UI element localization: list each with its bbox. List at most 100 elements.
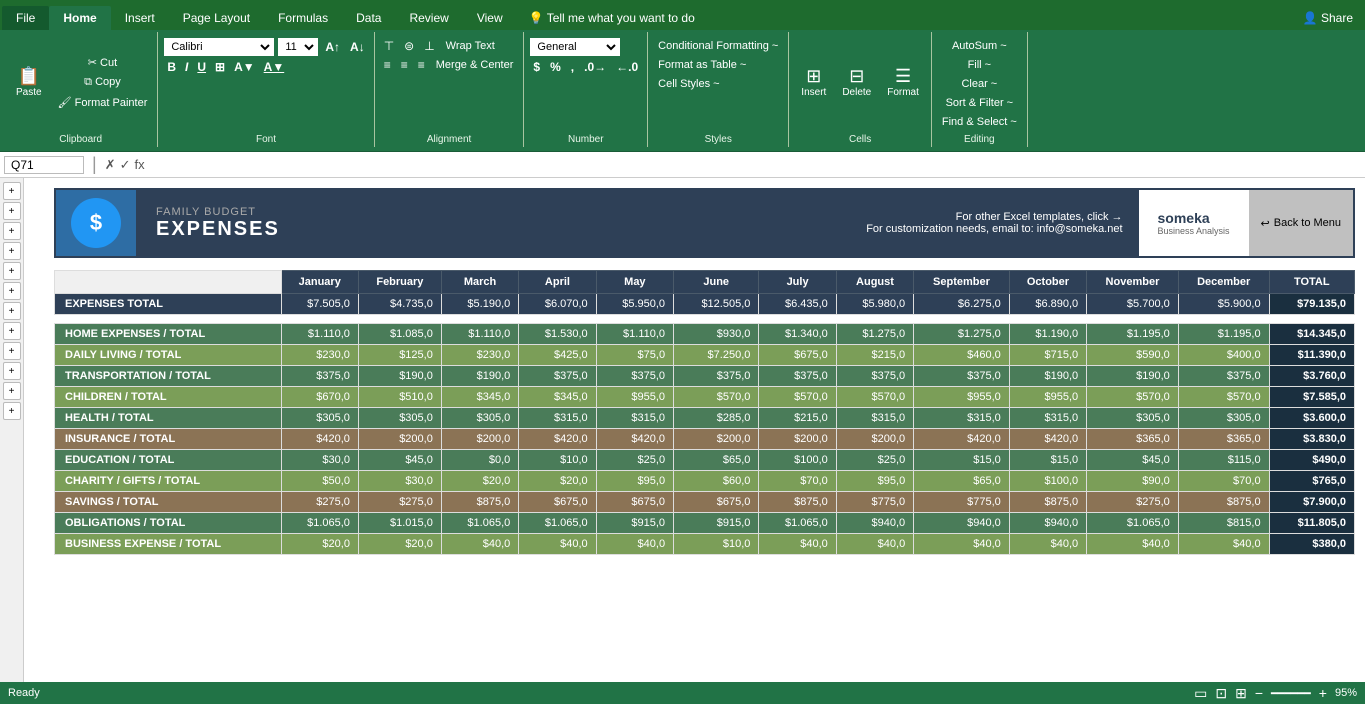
- align-center-button[interactable]: ≡: [398, 57, 411, 73]
- row-value[interactable]: $45,0: [1087, 450, 1179, 471]
- spreadsheet-area[interactable]: $ FAMILY BUDGET EXPENSES For other Excel…: [24, 178, 1365, 682]
- row-value[interactable]: $1.065,0: [519, 513, 596, 534]
- row-value[interactable]: $570,0: [836, 387, 913, 408]
- format-button[interactable]: ☰ Format: [881, 63, 925, 102]
- row-value[interactable]: $775,0: [836, 492, 913, 513]
- page-break-icon[interactable]: ⊞: [1235, 685, 1247, 702]
- zoom-in-icon[interactable]: +: [1319, 685, 1327, 701]
- tab-data[interactable]: Data: [342, 6, 395, 30]
- row-value[interactable]: $215,0: [836, 345, 913, 366]
- row-value[interactable]: $460,0: [914, 345, 1010, 366]
- row-ctrl-add-5[interactable]: +: [3, 262, 21, 280]
- page-layout-icon[interactable]: ⊡: [1215, 685, 1227, 702]
- tab-home[interactable]: Home: [49, 6, 110, 30]
- row-value[interactable]: $70,0: [759, 471, 836, 492]
- row-value[interactable]: $65,0: [674, 450, 759, 471]
- row-value[interactable]: $570,0: [759, 387, 836, 408]
- wrap-text-button[interactable]: Wrap Text: [442, 38, 499, 54]
- row-value[interactable]: $7.250,0: [674, 345, 759, 366]
- copy-button[interactable]: ⧉ Copy: [54, 74, 152, 91]
- clear-button[interactable]: Clear ~: [938, 76, 1021, 92]
- row-value[interactable]: $940,0: [914, 513, 1010, 534]
- row-value[interactable]: $200,0: [674, 429, 759, 450]
- row-value[interactable]: $20,0: [358, 534, 441, 555]
- tell-me-input[interactable]: 💡 Tell me what you want to do: [517, 6, 707, 30]
- comma-button[interactable]: ,: [568, 59, 577, 75]
- row-value[interactable]: $375,0: [836, 366, 913, 387]
- row-ctrl-add-11[interactable]: +: [3, 382, 21, 400]
- dec-decrease-button[interactable]: ←.0: [613, 59, 641, 75]
- row-value[interactable]: $305,0: [1178, 408, 1269, 429]
- row-value[interactable]: $200,0: [836, 429, 913, 450]
- tab-formulas[interactable]: Formulas: [264, 6, 342, 30]
- row-value[interactable]: $1.530,0: [519, 324, 596, 345]
- find-select-button[interactable]: Find & Select ~: [938, 114, 1021, 130]
- zoom-slider[interactable]: ━━━━━━: [1271, 687, 1311, 700]
- tab-file[interactable]: File: [2, 6, 49, 30]
- row-value[interactable]: $79.135,0: [1269, 294, 1354, 315]
- row-value[interactable]: $200,0: [759, 429, 836, 450]
- row-value[interactable]: $1.110,0: [281, 324, 358, 345]
- row-value[interactable]: $375,0: [281, 366, 358, 387]
- row-value[interactable]: $40,0: [914, 534, 1010, 555]
- font-color-button[interactable]: A▼: [261, 59, 288, 75]
- row-value[interactable]: $315,0: [914, 408, 1010, 429]
- fill-button[interactable]: Fill ~: [938, 57, 1021, 73]
- normal-view-icon[interactable]: ▭: [1194, 685, 1207, 702]
- percent-button[interactable]: %: [547, 59, 564, 75]
- row-value[interactable]: $40,0: [441, 534, 518, 555]
- row-value[interactable]: $1.275,0: [836, 324, 913, 345]
- row-ctrl-add-4[interactable]: +: [3, 242, 21, 260]
- row-value[interactable]: $5.700,0: [1087, 294, 1179, 315]
- paste-button[interactable]: 📋 Paste: [10, 63, 48, 102]
- row-value[interactable]: $200,0: [358, 429, 441, 450]
- row-value[interactable]: $1.190,0: [1009, 324, 1086, 345]
- row-ctrl-add-2[interactable]: +: [3, 202, 21, 220]
- row-value[interactable]: $95,0: [836, 471, 913, 492]
- row-value[interactable]: $4.735,0: [358, 294, 441, 315]
- name-box[interactable]: [4, 156, 84, 174]
- row-value[interactable]: $7.585,0: [1269, 387, 1354, 408]
- row-value[interactable]: $915,0: [674, 513, 759, 534]
- row-value[interactable]: $125,0: [358, 345, 441, 366]
- cell-styles-button[interactable]: Cell Styles ~: [654, 76, 723, 92]
- row-value[interactable]: $715,0: [1009, 345, 1086, 366]
- row-value[interactable]: $7.505,0: [281, 294, 358, 315]
- row-value[interactable]: $5.950,0: [596, 294, 673, 315]
- row-ctrl-add-8[interactable]: +: [3, 322, 21, 340]
- row-value[interactable]: $100,0: [1009, 471, 1086, 492]
- bold-button[interactable]: B: [164, 59, 179, 75]
- row-value[interactable]: $40,0: [596, 534, 673, 555]
- row-value[interactable]: $375,0: [674, 366, 759, 387]
- row-value[interactable]: $940,0: [1009, 513, 1086, 534]
- row-value[interactable]: $3.760,0: [1269, 366, 1354, 387]
- row-value[interactable]: $365,0: [1087, 429, 1179, 450]
- row-value[interactable]: $15,0: [1009, 450, 1086, 471]
- row-value[interactable]: $6.070,0: [519, 294, 596, 315]
- autosum-button[interactable]: AutoSum ~: [938, 38, 1021, 54]
- row-value[interactable]: $30,0: [358, 471, 441, 492]
- row-value[interactable]: $3.830,0: [1269, 429, 1354, 450]
- format-as-table-button[interactable]: Format as Table ~: [654, 57, 750, 73]
- row-value[interactable]: $45,0: [358, 450, 441, 471]
- row-value[interactable]: $570,0: [1087, 387, 1179, 408]
- align-left-button[interactable]: ≡: [381, 57, 394, 73]
- row-value[interactable]: $345,0: [519, 387, 596, 408]
- align-bottom-button[interactable]: ⊥: [421, 38, 437, 54]
- row-value[interactable]: $75,0: [596, 345, 673, 366]
- row-value[interactable]: $1.110,0: [596, 324, 673, 345]
- row-value[interactable]: $6.435,0: [759, 294, 836, 315]
- insert-button[interactable]: ⊞ Insert: [795, 63, 832, 102]
- row-value[interactable]: $1.065,0: [1087, 513, 1179, 534]
- row-value[interactable]: $1.065,0: [441, 513, 518, 534]
- row-value[interactable]: $510,0: [358, 387, 441, 408]
- number-format-select[interactable]: General: [530, 38, 620, 56]
- back-to-menu-button[interactable]: ↩ Back to Menu: [1249, 190, 1353, 256]
- row-value[interactable]: $675,0: [674, 492, 759, 513]
- row-value[interactable]: $315,0: [836, 408, 913, 429]
- row-value[interactable]: $420,0: [596, 429, 673, 450]
- row-value[interactable]: $25,0: [596, 450, 673, 471]
- row-value[interactable]: $40,0: [759, 534, 836, 555]
- share-button[interactable]: 👤 Share: [1291, 6, 1365, 30]
- font-grow-button[interactable]: A↑: [322, 39, 343, 55]
